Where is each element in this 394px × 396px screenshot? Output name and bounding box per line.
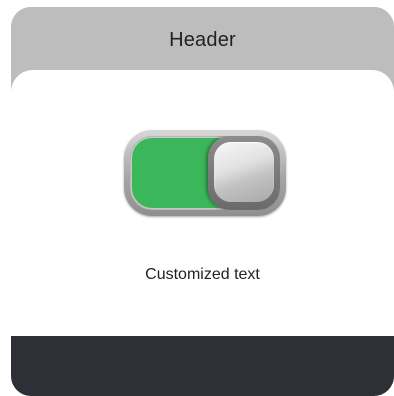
toggle-thumb-face [214, 142, 274, 202]
toggle-thumb[interactable] [208, 136, 280, 210]
footer-bar [11, 336, 394, 396]
toggle-bezel [130, 136, 280, 210]
card: Header Customized text [11, 7, 394, 396]
header-title: Header [169, 29, 236, 51]
toggle-switch[interactable] [124, 130, 286, 216]
content-panel: Customized text [11, 70, 394, 343]
customized-text: Customized text [145, 266, 260, 283]
